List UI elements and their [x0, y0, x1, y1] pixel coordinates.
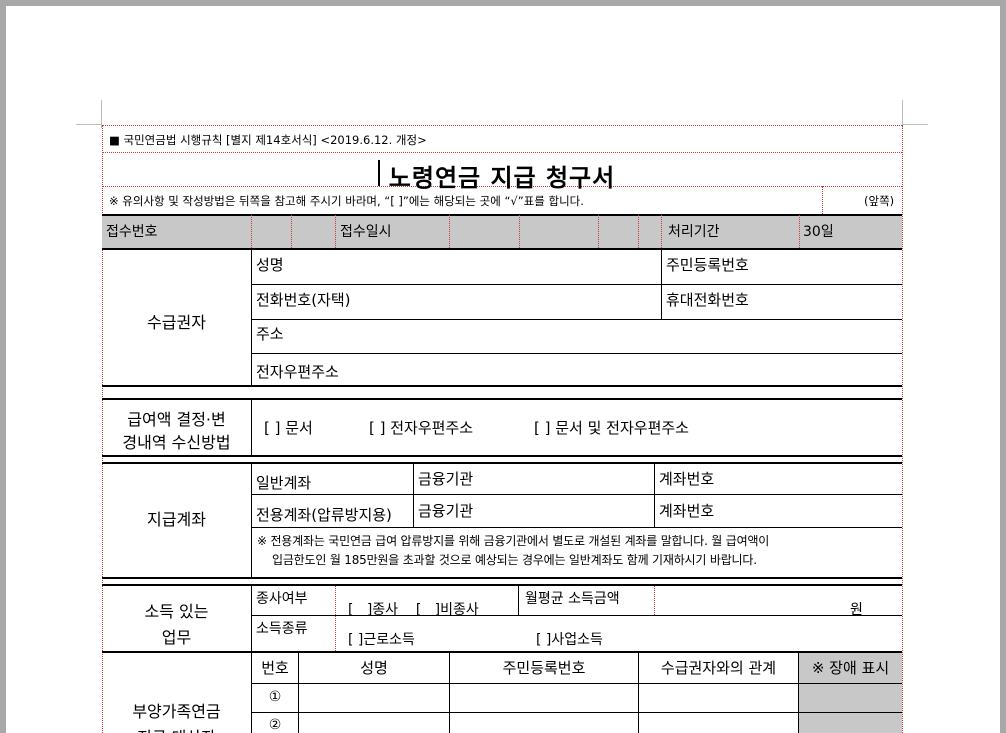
receipt-date-label: 접수일시: [340, 224, 392, 240]
table-border: [252, 683, 902, 684]
table-border: [102, 248, 902, 250]
document-viewer: ■ 국민연금법 시행규칙 [별지 제14호서식] <2019.6.12. 개정>…: [0, 0, 1006, 733]
form-page: ■ 국민연금법 시행규칙 [별지 제14호서식] <2019.6.12. 개정>…: [6, 6, 1000, 733]
table-border: [252, 712, 902, 713]
table-border: [799, 215, 800, 248]
account-note-line2: 입금한도인 월 185만원을 초과할 것으로 예상되는 경우에는 일반계좌도 함…: [272, 553, 757, 567]
dependents-header-rrn: 주민등록번호: [502, 659, 586, 677]
mobile-phone-field-label: 휴대전화번호: [666, 291, 749, 309]
table-border: [102, 651, 902, 653]
table-border: [335, 586, 336, 651]
income-type-business[interactable]: [ ]사업소득: [536, 629, 603, 649]
table-border: [102, 152, 902, 153]
notify-option-email[interactable]: [ ] 전자우편주소: [369, 417, 473, 438]
page-side-label: (앞쪽): [864, 194, 895, 208]
table-border: [102, 577, 902, 579]
table-border: [252, 284, 902, 285]
table-border: [335, 215, 336, 248]
text-cursor: [378, 160, 380, 186]
income-label-line2: 업무: [161, 628, 192, 647]
table-border: [449, 215, 450, 248]
table-border: [251, 249, 252, 385]
table-border: [291, 215, 292, 248]
bank1-field-label: 금융기관: [418, 470, 474, 488]
general-account-label: 일반계좌: [256, 474, 312, 492]
receipt-row: [102, 215, 902, 248]
dependents-header-name: 성명: [360, 659, 388, 677]
form-title: 노령연금 지급 청구서: [388, 164, 616, 192]
table-border: [822, 186, 823, 214]
bank2-field-label: 금융기관: [418, 502, 474, 520]
dedicated-account-label: 전용계좌(압류방지용): [256, 506, 392, 524]
dependents-header-relation: 수급권자와의 관계: [660, 659, 777, 677]
table-border: [102, 462, 902, 464]
table-border: [251, 400, 252, 455]
receipt-number-label: 접수번호: [106, 224, 158, 240]
processing-period-value: 30일: [803, 224, 834, 240]
recipient-section-label: 수급권자: [147, 313, 206, 332]
table-border: [102, 385, 902, 387]
notice-text: ※ 유의사항 및 작성방법은 뒤쪽을 참고해 주시기 바라며, “[ ]”에는 …: [109, 194, 584, 208]
table-border: [519, 215, 520, 248]
employment-status-options[interactable]: [ ]종사 [ ]비종사: [348, 599, 479, 619]
table-border: [251, 215, 252, 248]
monthly-income-label: 월평균 소득금액: [525, 591, 620, 607]
regulation-header: ■ 국민연금법 시행규칙 [별지 제14호서식] <2019.6.12. 개정>: [109, 133, 427, 147]
income-type-label: 소득종류: [256, 621, 308, 637]
notify-option-both[interactable]: [ ] 문서 및 전자우편주소: [534, 417, 689, 438]
processing-period-label: 처리기간: [668, 224, 720, 240]
margin-guide: [902, 124, 928, 125]
table-border: [102, 455, 902, 457]
account-note-line1: ※ 전용계좌는 국민연금 급여 압류방지를 위해 금융기관에서 별도로 개설된 …: [257, 534, 770, 548]
table-border: [102, 584, 902, 586]
table-border: [654, 464, 655, 527]
table-border: [661, 215, 662, 248]
table-border: [252, 353, 902, 354]
acct2-field-label: 계좌번호: [659, 502, 715, 520]
margin-guide: [76, 124, 102, 125]
dependents-header-disability: ※ 장애 표시: [811, 659, 890, 677]
table-border: [518, 586, 519, 615]
table-border: [638, 215, 639, 248]
table-border: [252, 527, 902, 528]
address-field-label: 주소: [256, 325, 284, 343]
table-border: [252, 494, 902, 495]
home-phone-field-label: 전화번호(자택): [256, 291, 351, 309]
dependents-header-number: 번호: [261, 659, 289, 677]
notification-label-line1: 급여액 결정·변: [127, 410, 226, 429]
table-border: [902, 125, 903, 733]
dependent-row-number: ②: [268, 717, 282, 733]
dependent-row-number: ①: [268, 689, 282, 705]
table-border: [102, 214, 902, 216]
email-field-label: 전자우편주소: [256, 363, 339, 381]
income-type-employment[interactable]: [ ]근로소득: [348, 629, 415, 649]
table-border: [102, 398, 902, 400]
employment-status-label: 종사여부: [256, 591, 308, 607]
notify-option-document[interactable]: [ ] 문서: [264, 417, 313, 438]
account-section-label: 지급계좌: [147, 510, 206, 529]
name-field-label: 성명: [256, 256, 284, 274]
table-border: [661, 249, 662, 319]
rrn-field-label: 주민등록번호: [666, 256, 749, 274]
income-label-line1: 소득 있는: [144, 602, 209, 621]
table-border: [102, 125, 902, 126]
table-border: [413, 464, 414, 527]
table-border: [654, 586, 655, 615]
table-border: [251, 586, 252, 651]
table-border: [598, 215, 599, 248]
won-unit: 원: [850, 602, 863, 618]
acct1-field-label: 계좌번호: [659, 470, 715, 488]
dependents-label-line1: 부양가족연금: [132, 702, 221, 721]
table-border: [252, 319, 902, 320]
notification-label-line2: 경내역 수신방법: [122, 433, 231, 452]
dependents-label-line2: 지급 대상자: [102, 724, 251, 733]
table-border: [251, 464, 252, 577]
